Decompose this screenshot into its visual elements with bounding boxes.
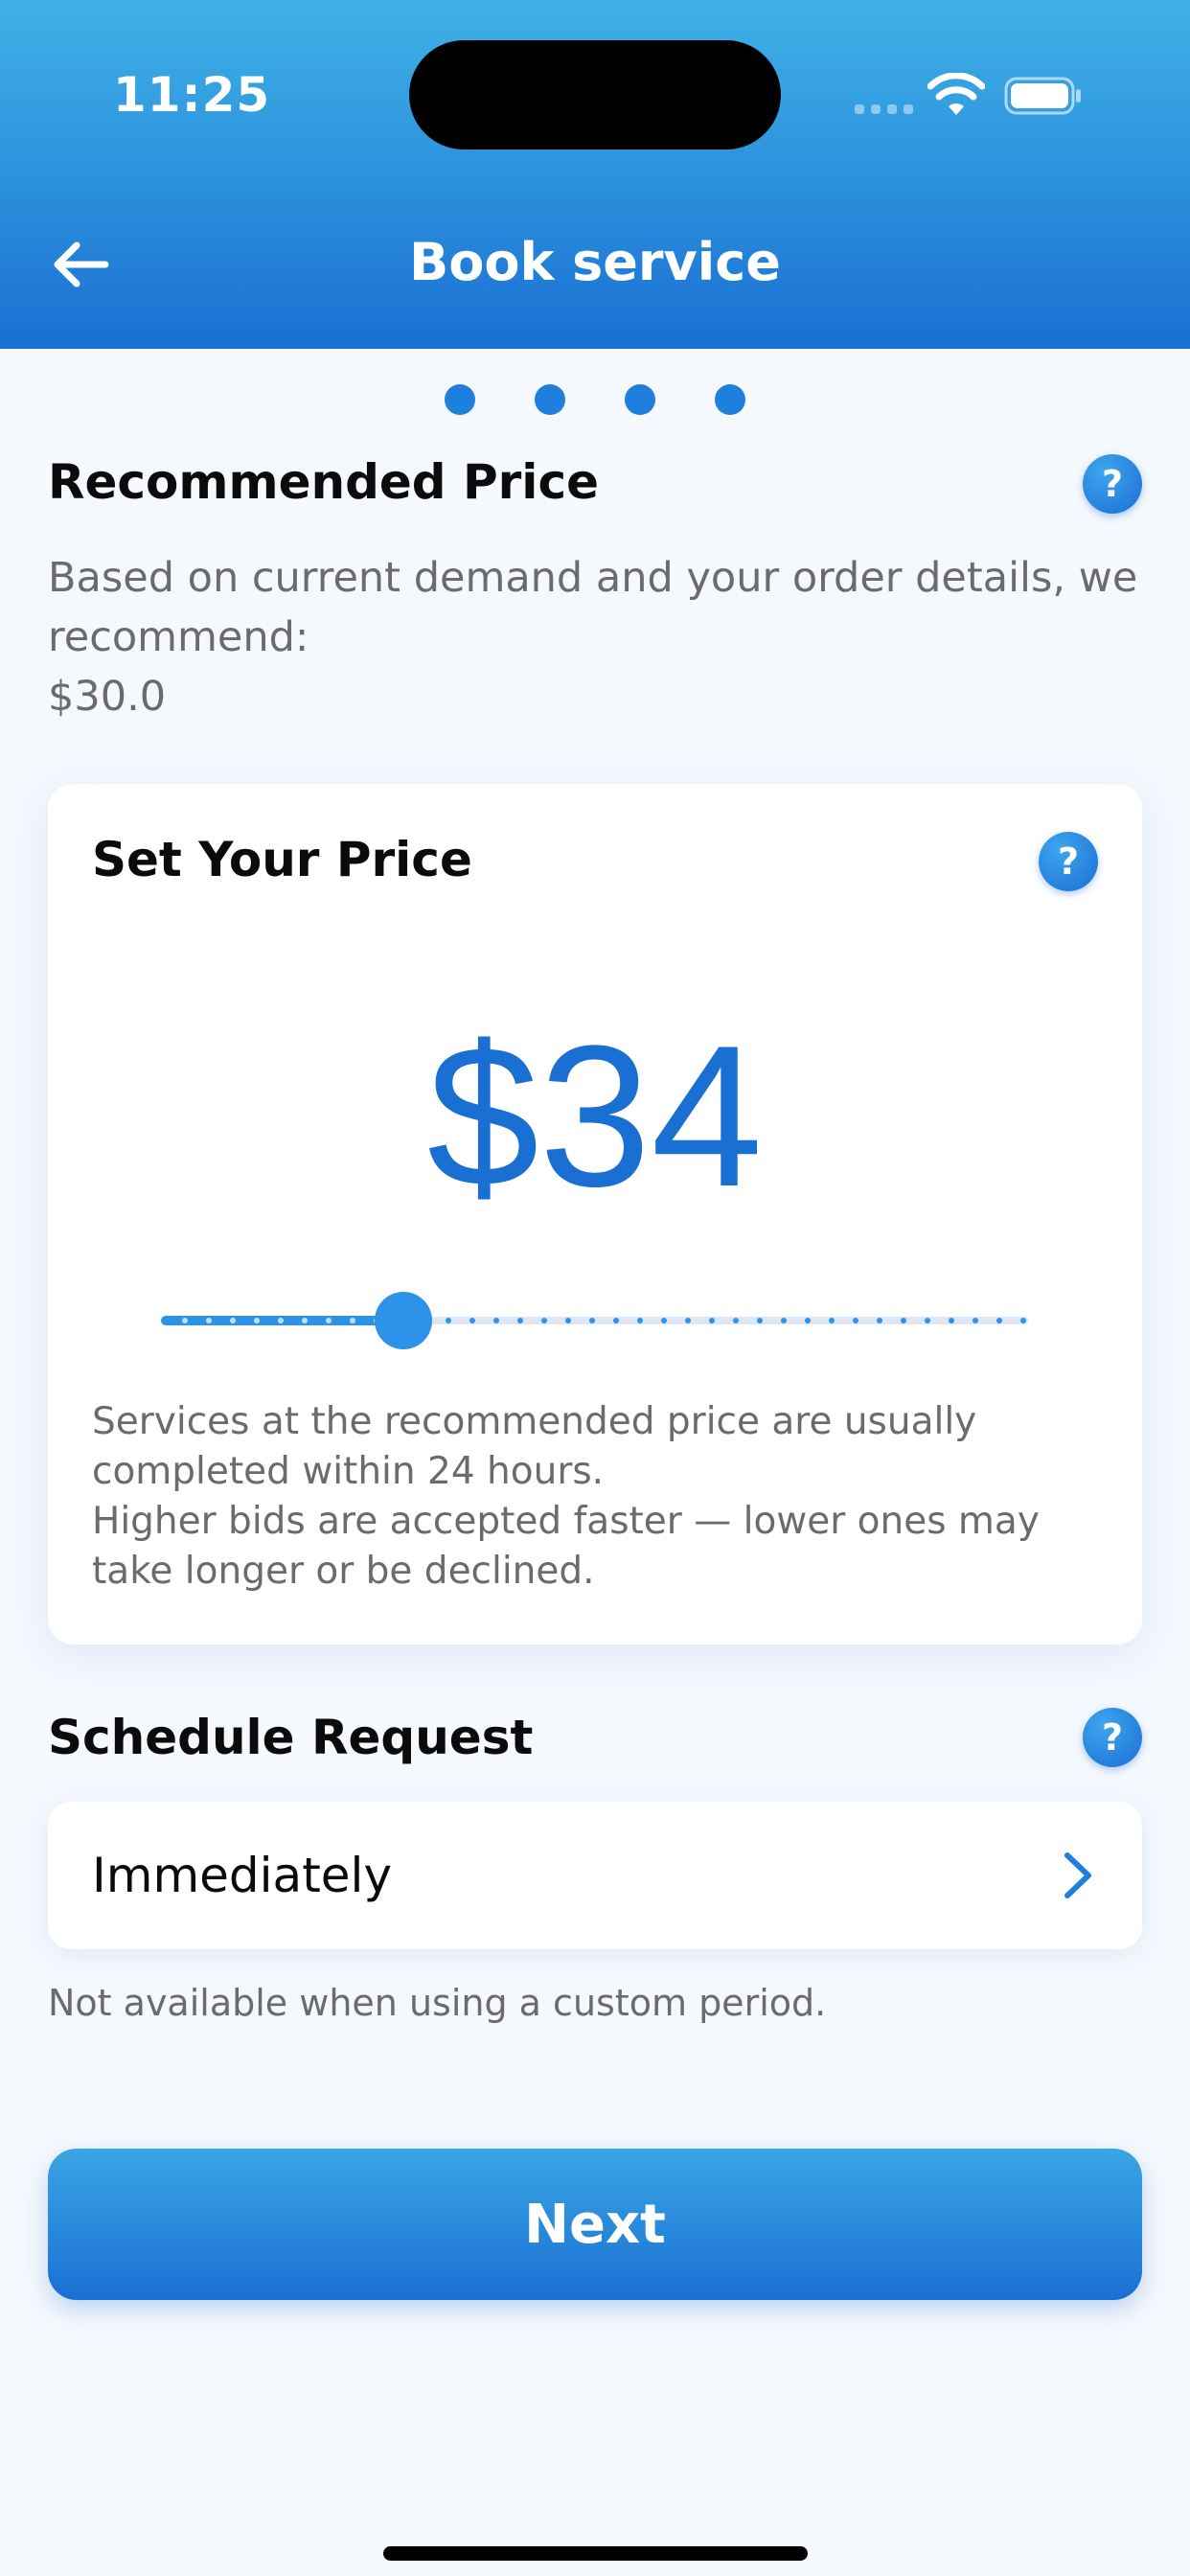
slider-tick xyxy=(805,1318,811,1323)
slider-tick xyxy=(996,1318,1002,1323)
app-header: 11:25 Book service xyxy=(0,0,1190,349)
slider-tick xyxy=(685,1318,691,1323)
slider-tick xyxy=(254,1318,260,1323)
slider-tick xyxy=(278,1318,284,1323)
slider-tick xyxy=(709,1318,715,1323)
recommended-price-value: $30.0 xyxy=(48,673,167,721)
recommended-help-icon[interactable]: ? xyxy=(1083,454,1142,514)
schedule-help-icon[interactable]: ? xyxy=(1083,1708,1142,1767)
slider-tick xyxy=(517,1318,523,1323)
slider-tick xyxy=(206,1318,212,1323)
battery-icon xyxy=(1004,77,1081,115)
set-price-title: Set Your Price xyxy=(92,832,472,887)
dynamic-island xyxy=(409,40,781,150)
price-note-line2: Higher bids are accepted faster — lower … xyxy=(92,1500,1040,1593)
step-dot xyxy=(445,384,475,415)
selected-price: $34 xyxy=(426,1003,764,1229)
slider-tick xyxy=(733,1318,739,1323)
chevron-right-icon xyxy=(1064,1852,1091,1898)
slider-tick xyxy=(1020,1318,1026,1323)
slider-tick xyxy=(589,1318,595,1323)
status-time: 11:25 xyxy=(113,67,271,123)
slider-tick xyxy=(469,1318,475,1323)
slider-tick xyxy=(230,1318,236,1323)
set-price-help-icon[interactable]: ? xyxy=(1039,832,1098,891)
slider-tick xyxy=(661,1318,667,1323)
recommended-price-title: Recommended Price xyxy=(48,454,599,510)
slider-tick xyxy=(565,1318,571,1323)
slider-tick xyxy=(637,1318,643,1323)
price-note-line1: Services at the recommended price are us… xyxy=(92,1400,977,1493)
slider-tick xyxy=(925,1318,930,1323)
slider-tick xyxy=(901,1318,906,1323)
step-indicator xyxy=(0,384,1190,415)
slider-tick xyxy=(973,1318,978,1323)
slider-tick xyxy=(182,1318,188,1323)
price-note: Services at the recommended price are us… xyxy=(92,1397,1108,1597)
wifi-icon xyxy=(927,73,985,115)
step-dot xyxy=(535,384,565,415)
slider-thumb xyxy=(375,1292,432,1349)
slider-tick xyxy=(302,1318,308,1323)
home-indicator xyxy=(383,2546,808,2561)
page-title: Book service xyxy=(409,232,781,292)
step-dot xyxy=(715,384,745,415)
slider-tick xyxy=(757,1318,763,1323)
slider-tick xyxy=(781,1318,787,1323)
slider-tick xyxy=(446,1318,451,1323)
cellular-signal-icon xyxy=(855,104,913,114)
schedule-value: Immediately xyxy=(92,1848,393,1903)
recommended-description: Based on current demand and your order d… xyxy=(48,548,1140,726)
recommended-description-text: Based on current demand and your order d… xyxy=(48,554,1138,661)
slider-tick xyxy=(877,1318,882,1323)
slider-tick xyxy=(949,1318,954,1323)
slider-tick xyxy=(326,1318,332,1323)
slider-tick xyxy=(541,1318,547,1323)
set-price-card: Set Your Price ? $34 Services at the rec… xyxy=(48,784,1142,1644)
next-button[interactable]: Next xyxy=(48,2149,1142,2300)
slider-tick xyxy=(829,1318,835,1323)
schedule-selector[interactable]: Immediately xyxy=(48,1802,1142,1949)
slider-tick xyxy=(853,1318,858,1323)
slider-tick xyxy=(493,1318,499,1323)
slider-tick xyxy=(350,1318,355,1323)
schedule-request-title: Schedule Request xyxy=(48,1710,534,1765)
step-dot xyxy=(625,384,655,415)
slider-tick xyxy=(613,1318,619,1323)
price-slider[interactable] xyxy=(161,1292,1028,1349)
schedule-note: Not available when using a custom period… xyxy=(48,1982,827,2024)
